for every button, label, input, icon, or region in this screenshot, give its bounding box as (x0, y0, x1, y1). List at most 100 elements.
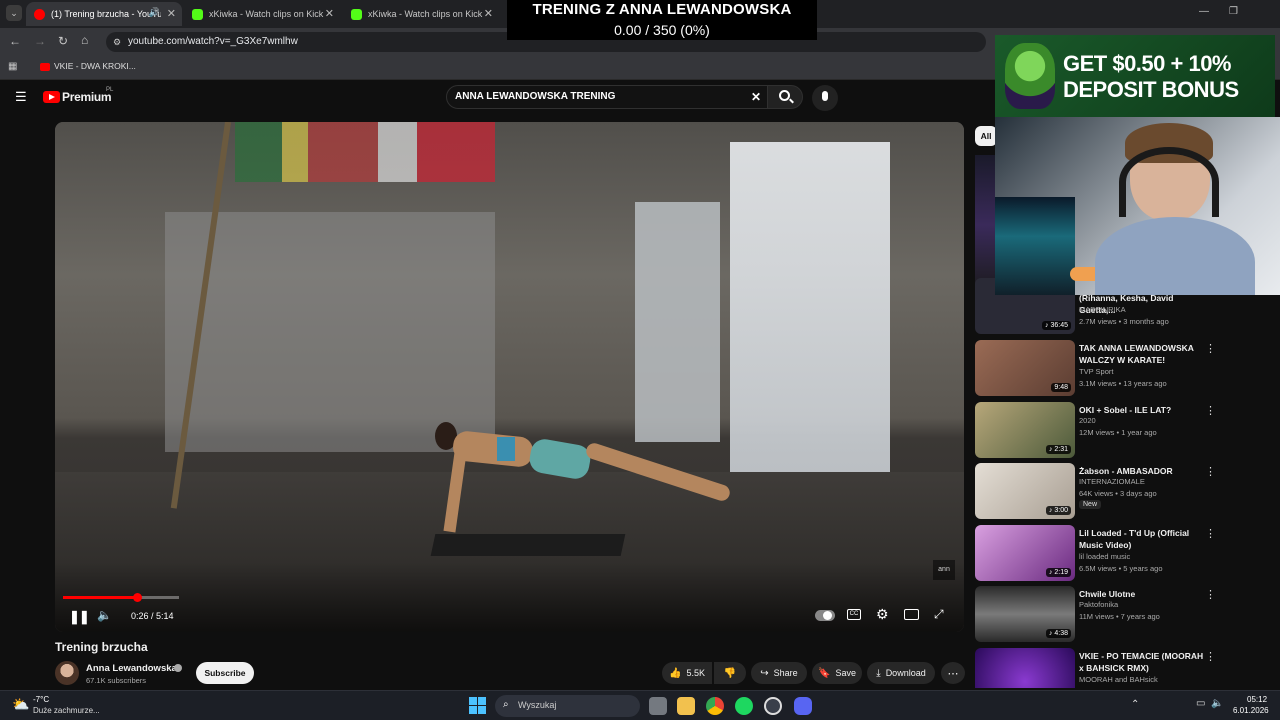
taskbar-search-input[interactable]: ⌕ Wyszukaj (495, 695, 640, 717)
youtube-favicon-icon (34, 8, 45, 20)
more-options-icon[interactable]: ⋮ (1205, 527, 1216, 540)
obs-icon[interactable] (764, 697, 782, 715)
close-tab-icon[interactable]: ✕ (484, 7, 493, 20)
video-player[interactable]: ann ❚❚ 🔈 0:26 / 5:14 CC ⚙ ⤢ (55, 122, 964, 632)
video-meta: 64K views • 3 days ago (1079, 489, 1157, 498)
video-thumbnail[interactable]: 9:48 (975, 340, 1075, 396)
bookmark-item[interactable]: VKIE - DWA KROKI... (54, 61, 136, 71)
reload-icon[interactable]: ↻ (58, 34, 68, 48)
network-icon[interactable]: ▭ (1196, 698, 1205, 709)
tray-chevron-icon[interactable]: ⌃ (1131, 699, 1139, 710)
tab-kick-1[interactable]: xKiwka - Watch clips on Kick ✕ (184, 2, 340, 26)
recommended-video[interactable]: ♪ 2:19 Lil Loaded - T'd Up (Official Mus… (975, 525, 1245, 583)
sidebar-hidden-thumbs (975, 155, 997, 295)
clock-time[interactable]: 05:12 (1247, 695, 1267, 704)
ad-line-1: GET $0.50 + 10% (1063, 51, 1232, 76)
home-icon[interactable]: ⌂ (81, 33, 88, 47)
video-meta: 11M views • 7 years ago (1079, 612, 1160, 621)
spotify-icon[interactable] (735, 697, 753, 715)
webcam-hoodie (1095, 217, 1255, 295)
pause-button[interactable]: ❚❚ (69, 609, 90, 625)
fullscreen-icon[interactable]: ⤢ (934, 607, 944, 622)
weather-icon[interactable]: ⛅ (12, 696, 29, 713)
file-explorer-icon[interactable] (677, 697, 695, 715)
close-tab-icon[interactable]: ✕ (325, 7, 334, 20)
recommended-video[interactable]: ♪ 4:38 Chwile Ulotne Paktofonika 11M vie… (975, 586, 1245, 644)
recommended-video[interactable]: ♪ 2:31 OKI + Sobel - ILE LAT? 2020 12M v… (975, 402, 1245, 460)
back-icon[interactable]: ← (9, 34, 21, 48)
restore-icon[interactable]: ❐ (1229, 6, 1238, 17)
video-thumbnail[interactable]: ♪ 3:00 (975, 463, 1075, 519)
weather-desc: Duże zachmurze... (33, 706, 100, 715)
subscribe-button[interactable]: Subscribe (196, 662, 254, 684)
tab-kick-2[interactable]: xKiwka - Watch clips on Kick ✕ (343, 2, 499, 26)
video-thumbnail[interactable]: ♪ 2:19 (975, 525, 1075, 581)
progress-scrubber[interactable] (133, 593, 142, 602)
channel-name: TVP Sport (1079, 367, 1114, 376)
video-title: Chwile Ulotne (1079, 589, 1136, 599)
save-button[interactable]: 🔖 Save (812, 662, 862, 684)
video-title: OKI + Sobel - ILE LAT? (1079, 405, 1172, 415)
more-options-icon[interactable]: ⋮ (1205, 588, 1216, 601)
more-options-icon[interactable]: ⋮ (1205, 650, 1216, 663)
more-options-icon[interactable]: ⋮ (1205, 404, 1216, 417)
verified-icon (174, 664, 182, 672)
video-title: Lil Loaded - T'd Up (Official Music Vide… (1079, 528, 1190, 550)
volume-icon[interactable]: 🔈 (97, 608, 112, 622)
video-thumbnail[interactable] (975, 648, 1075, 688)
channel-name: MADEINRIKA (1079, 305, 1126, 314)
volume-icon[interactable]: 🔈 (1211, 698, 1223, 709)
more-options-icon[interactable]: ⋮ (1205, 465, 1216, 478)
site-info-icon[interactable]: ⚙ (113, 32, 121, 52)
recommended-video[interactable]: 9:48 TAK ANNA LEWANDOWSKA WALCZY W KARAT… (975, 340, 1245, 398)
task-view-icon[interactable] (649, 697, 667, 715)
channel-name: Paktofonika (1079, 600, 1119, 609)
settings-gear-icon[interactable]: ⚙ (876, 606, 889, 623)
voice-search-button[interactable] (812, 85, 838, 111)
ad-mascot (1005, 43, 1055, 109)
channel-name: INTERNAZIOMALE (1079, 477, 1145, 486)
clock-date[interactable]: 6.01.2026 (1233, 706, 1269, 715)
region-code: PL (106, 87, 114, 93)
tab-youtube[interactable]: (1) Trening brzucha - YouTube 🔊 ✕ (26, 2, 182, 26)
start-button[interactable] (469, 697, 486, 714)
tab-title: xKiwka - Watch clips on Kick (209, 9, 324, 19)
search-button[interactable] (767, 85, 803, 109)
speaker-icon[interactable]: 🔊 (149, 7, 160, 18)
subtitles-icon[interactable]: CC (847, 609, 861, 620)
chrome-icon[interactable] (706, 697, 724, 715)
more-actions-button[interactable]: ⋯ (941, 662, 965, 684)
video-thumbnail[interactable]: ♪ 2:31 (975, 402, 1075, 458)
minimize-icon[interactable]: — (1199, 6, 1209, 17)
close-tab-icon[interactable]: ✕ (167, 7, 176, 20)
video-thumbnail[interactable]: ♪ 4:38 (975, 586, 1075, 642)
tab-search-icon[interactable]: ⌄ (6, 5, 22, 21)
channel-avatar[interactable] (55, 661, 79, 685)
taskbar-search-placeholder: Wyszukaj (518, 700, 557, 710)
filter-chip-all[interactable]: All (975, 126, 997, 146)
recommended-video[interactable]: VKIE - PO TEMACIE (MOORAH x BAHSICK RMX)… (975, 648, 1245, 688)
controls-gradient (55, 562, 964, 632)
video-athlete (435, 422, 735, 542)
theater-mode-icon[interactable] (904, 609, 919, 620)
autoplay-toggle[interactable] (815, 610, 835, 621)
channel-name[interactable]: Anna Lewandowska (86, 663, 177, 674)
forward-icon[interactable]: → (34, 34, 46, 48)
search-input[interactable]: ANNA LEWANDOWSKA TRENING ✕ (446, 85, 768, 109)
clear-search-icon[interactable]: ✕ (751, 86, 761, 108)
video-meta: 12M views • 1 year ago (1079, 428, 1157, 437)
webcam-overlay (995, 117, 1280, 295)
download-button[interactable]: ⤓ Download (867, 662, 935, 684)
dislike-button[interactable]: 👎 (714, 662, 746, 684)
duration-badge: ♪ 3:00 (1045, 506, 1071, 515)
more-options-icon[interactable]: ⋮ (1205, 342, 1216, 355)
share-button[interactable]: ↪ Share (751, 662, 807, 684)
recommended-video[interactable]: ♪ 3:00 Żabson - AMBASADOR INTERNAZIOMALE… (975, 463, 1245, 521)
duration-badge: 9:48 (1051, 383, 1071, 392)
apps-grid-icon[interactable]: ▦ (8, 61, 17, 72)
discord-icon[interactable] (794, 697, 812, 715)
menu-icon[interactable]: ☰ (15, 89, 27, 105)
like-button[interactable]: 👍 5.5K (662, 662, 712, 684)
channel-name: lil loaded music (1079, 552, 1131, 561)
kick-favicon-icon (351, 8, 362, 20)
